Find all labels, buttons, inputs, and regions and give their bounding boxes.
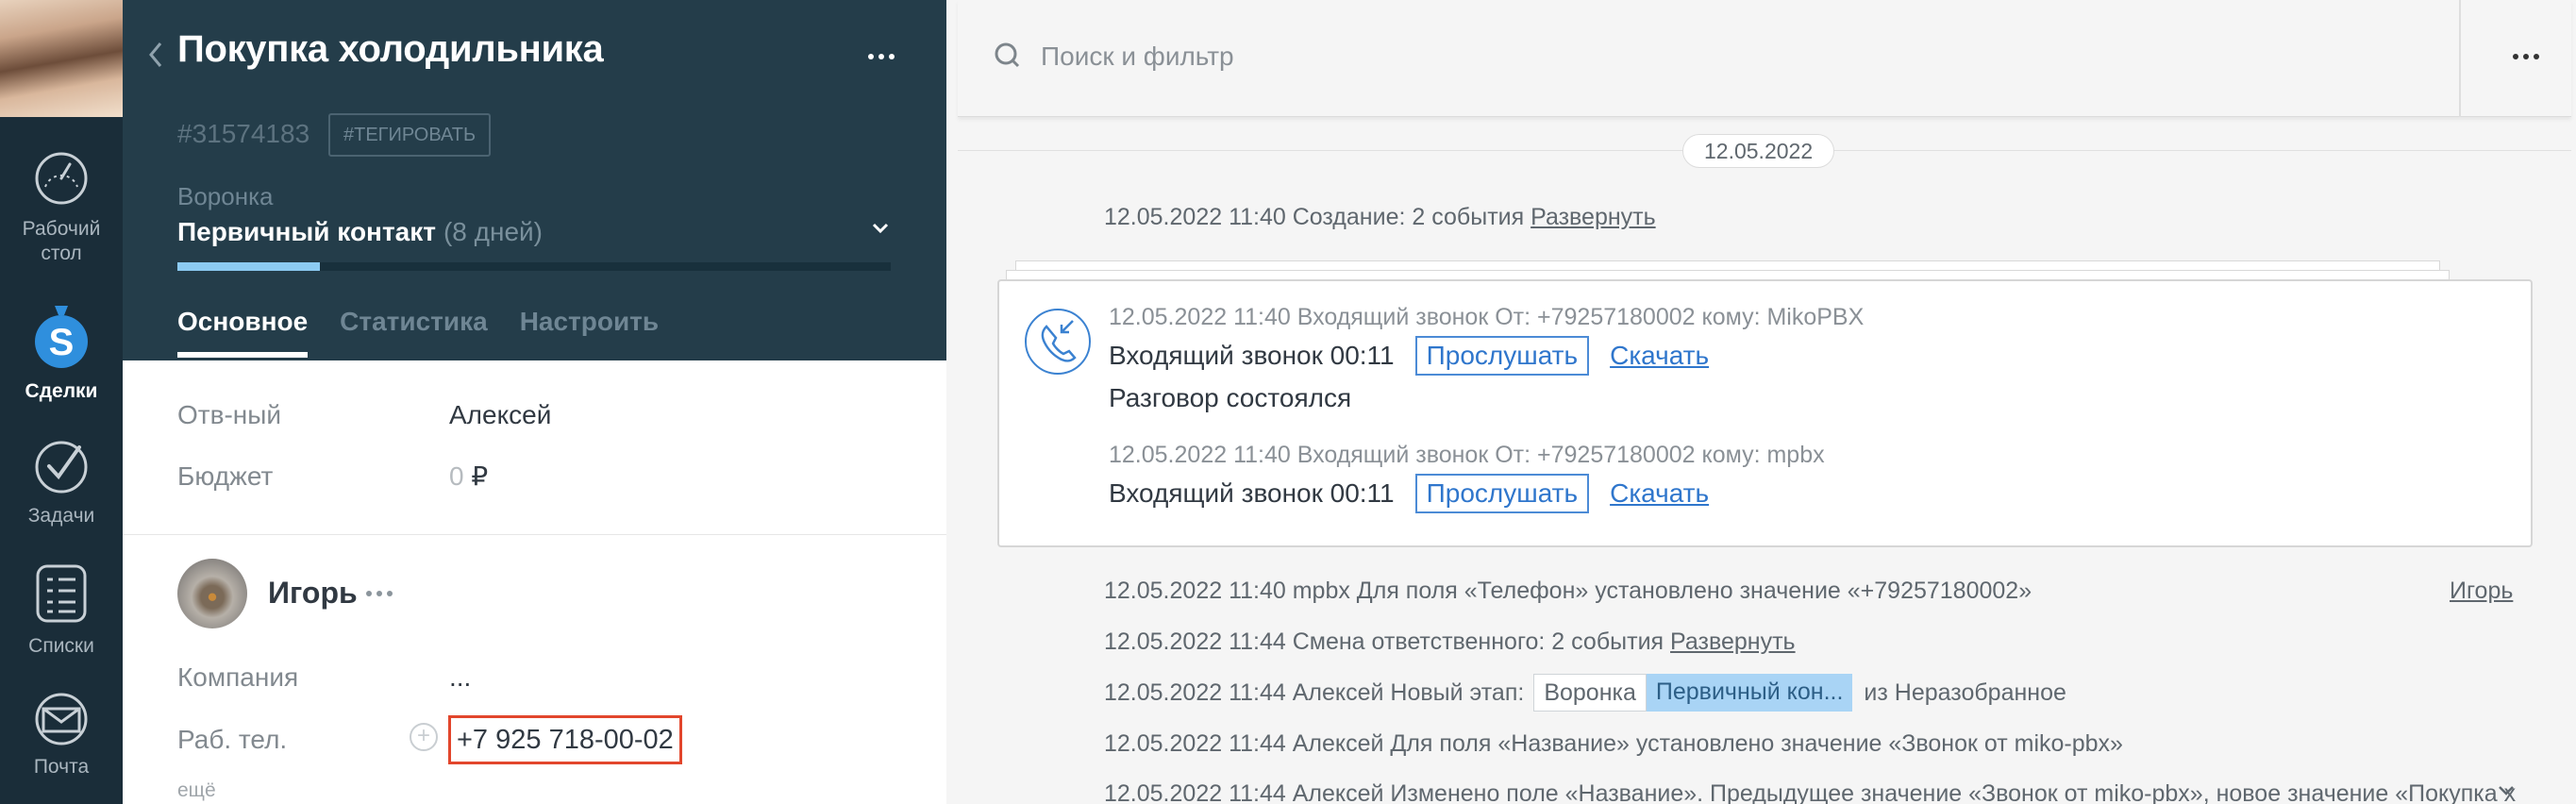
field-company: Компания... xyxy=(177,662,471,693)
stage-chip: Первичный кон... xyxy=(1646,674,1853,712)
nav-item-deals[interactable]: S Сделки xyxy=(0,300,123,404)
deal-card-header: Покупка холодильника #31574183 #ТЕГИРОВА… xyxy=(123,0,946,360)
stage-days: (8 дней) xyxy=(443,217,543,246)
call-title: Входящий звонок 00:11 xyxy=(1109,341,1395,370)
card-more-menu-button[interactable] xyxy=(861,42,902,71)
event-note-tail: из Неразобранное xyxy=(1864,678,2066,706)
field-value-budget[interactable]: 0 xyxy=(449,461,464,491)
nav-item-lists[interactable]: Списки xyxy=(0,562,123,659)
chevron-down-icon[interactable] xyxy=(868,219,893,238)
expand-link[interactable]: Развернуть xyxy=(1670,628,1796,655)
card-tabs: Основное Статистика Настроить xyxy=(177,307,659,358)
creation-note: 12.05.2022 11:40 Создание: 2 события Раз… xyxy=(1104,204,1656,231)
tab-main[interactable]: Основное xyxy=(177,307,309,358)
currency-symbol: ₽ xyxy=(471,461,489,491)
call-meta: 12.05.2022 11:40 Входящий звонок От: +79… xyxy=(1109,304,1865,330)
contact-more-button[interactable] xyxy=(359,579,400,608)
nav-label-tasks: Задачи xyxy=(27,505,95,527)
add-phone-icon[interactable]: + xyxy=(410,723,438,751)
field-value-company[interactable]: ... xyxy=(449,662,471,692)
nav-label-deals: Сделки xyxy=(25,380,98,402)
stage-progress-fill xyxy=(177,262,321,271)
call-title: Входящий звонок 00:11 xyxy=(1109,478,1395,508)
svg-text:S: S xyxy=(49,322,75,363)
main-nav: Рабочий стол S Сделки Задачи Списки Почт… xyxy=(0,0,123,804)
date-pill: 12.05.2022 xyxy=(1682,134,1835,168)
field-budget: Бюджет 0 ₽ xyxy=(177,461,488,492)
incoming-call-icon xyxy=(1025,309,1091,375)
search-separator xyxy=(2459,0,2461,117)
event-note-text: 12.05.2022 11:44 Смена ответственного: 2… xyxy=(1104,628,1664,655)
nav-item-mail[interactable]: Почта xyxy=(0,693,123,779)
tab-settings[interactable]: Настроить xyxy=(520,307,659,354)
stage-progress-bar xyxy=(177,262,891,271)
call-row: Входящий звонок 00:11 Прослушать Скачать xyxy=(1109,474,1709,513)
pipeline-label: Воронка xyxy=(177,182,274,210)
creation-note-text: 12.05.2022 11:40 Создание: 2 события xyxy=(1104,204,1525,230)
deal-id: #31574183 xyxy=(177,119,310,148)
more-fields-link[interactable]: ещё xyxy=(177,779,216,802)
divider xyxy=(123,534,946,535)
expand-link[interactable]: Развернуть xyxy=(1531,204,1656,230)
listen-button[interactable]: Прослушать xyxy=(1414,474,1590,513)
field-responsible: Отв-ный Алексей xyxy=(177,400,551,430)
mail-icon xyxy=(35,693,88,745)
field-label: Отв-ный xyxy=(177,400,282,429)
work-phone-field[interactable]: +7 925 718-00-02 xyxy=(448,715,682,764)
lists-icon xyxy=(36,564,87,623)
stage-name: Первичный контакт xyxy=(177,217,436,246)
nav-label-dashboard-2: стол xyxy=(41,243,82,264)
deal-card: Покупка холодильника #31574183 #ТЕГИРОВА… xyxy=(123,0,946,804)
back-arrow-icon[interactable] xyxy=(143,36,166,74)
avatar[interactable] xyxy=(177,559,247,628)
field-label: Компания xyxy=(177,662,299,692)
nav-label-dashboard-1: Рабочий xyxy=(22,218,101,240)
contact-name[interactable]: Игорь xyxy=(268,576,358,611)
app-root: Рабочий стол S Сделки Задачи Списки Почт… xyxy=(0,0,2576,804)
pipeline-chip: Воронка xyxy=(1533,674,1647,712)
stage-selector[interactable]: Первичный контакт (8 дней) xyxy=(177,217,543,247)
calls-group: 12.05.2022 11:40 Входящий звонок От: +79… xyxy=(997,279,2533,547)
download-link[interactable]: Скачать xyxy=(1610,341,1709,371)
call-result: Разговор состоялся xyxy=(1109,383,1352,412)
deals-money-icon: S xyxy=(35,306,88,368)
field-label: Бюджет xyxy=(177,461,274,491)
nav-item-tasks[interactable]: Задачи xyxy=(0,436,123,528)
field-label: Раб. тел. xyxy=(177,725,288,754)
nav-label-mail: Почта xyxy=(33,756,90,778)
speedometer-icon xyxy=(35,152,88,205)
search-placeholder: Поиск и фильтр xyxy=(1041,42,1234,71)
tab-statistics[interactable]: Статистика xyxy=(340,307,488,354)
call-row: Входящий звонок 00:11 Прослушать Скачать xyxy=(1109,336,1709,376)
chevron-down-icon[interactable] xyxy=(2496,783,2517,798)
event-feed: Поиск и фильтр 12.05.2022 12.05.2022 11:… xyxy=(946,0,2576,804)
feed-more-menu-button[interactable] xyxy=(2505,42,2547,71)
download-link[interactable]: Скачать xyxy=(1610,478,1709,509)
tasks-check-icon xyxy=(35,441,88,494)
field-work-phone-label-row: Раб. тел. xyxy=(177,725,449,755)
search-bar[interactable]: Поиск и фильтр xyxy=(958,0,2571,117)
nav-label-lists: Списки xyxy=(28,635,94,657)
event-note: 12.05.2022 11:40 mpbx Для поля «Телефон»… xyxy=(1104,578,2032,604)
listen-button[interactable]: Прослушать xyxy=(1414,336,1590,376)
event-note-stage: 12.05.2022 11:44 Алексей Новый этап: Вор… xyxy=(1104,674,2066,712)
nav-item-dashboard[interactable]: Рабочий стол xyxy=(0,149,123,266)
event-note: 12.05.2022 11:44 Смена ответственного: 2… xyxy=(1104,628,1796,656)
event-note: 12.05.2022 11:44 Алексей Изменено поле «… xyxy=(1104,780,2517,804)
deal-title[interactable]: Покупка холодильника xyxy=(177,28,604,71)
nav-top-background-image xyxy=(0,0,123,117)
event-note: 12.05.2022 11:44 Алексей Для поля «Назва… xyxy=(1104,730,2123,757)
search-icon xyxy=(995,42,1020,68)
event-note-text: 12.05.2022 11:44 Алексей Новый этап: xyxy=(1104,678,1525,706)
tag-button[interactable]: #ТЕГИРОВАТЬ xyxy=(328,113,492,157)
call-meta: 12.05.2022 11:40 Входящий звонок От: +79… xyxy=(1109,442,1825,468)
event-author-link[interactable]: Игорь xyxy=(2450,578,2513,605)
field-value-responsible[interactable]: Алексей xyxy=(449,400,551,429)
